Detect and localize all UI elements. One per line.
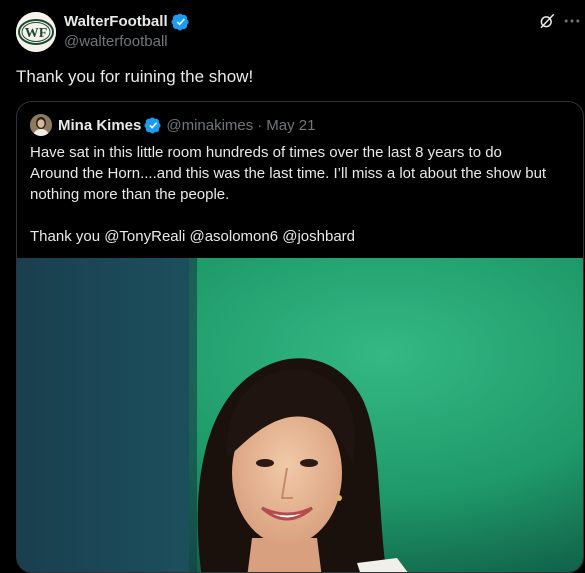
quoted-tweet-card[interactable]: Mina Kimes @minakimes · May 21 Have sat … (16, 101, 584, 573)
quoted-tweet-text: Have sat in this little room hundreds of… (30, 142, 570, 247)
quoted-text-line: nothing more than the people. (30, 186, 230, 203)
verified-badge-icon (144, 117, 161, 133)
more-options-icon[interactable] (562, 11, 582, 31)
author-display-name[interactable]: WalterFootball (64, 12, 168, 32)
quoted-handle: @minakimes (166, 116, 254, 134)
tweet-text: Thank you for ruining the show! (16, 67, 254, 86)
author-handle[interactable]: @walterfootball (64, 33, 168, 51)
quoted-tweet-photo[interactable] (17, 258, 583, 572)
author-avatar[interactable]: WF (16, 12, 56, 52)
quoted-date: May 21 (266, 116, 316, 134)
quoted-text-line: Around the Horn....and this was the last… (30, 165, 547, 182)
svg-text:WF: WF (25, 26, 48, 41)
verified-badge-icon (171, 13, 189, 31)
grok-icon[interactable] (538, 12, 556, 30)
portrait-photo (17, 258, 583, 572)
quoted-author-avatar (30, 114, 52, 136)
quoted-separator: · (257, 116, 263, 134)
author-name-row: WalterFootball (64, 12, 189, 32)
quoted-tweet-header: Mina Kimes @minakimes · May 21 (30, 114, 315, 136)
wf-logo-icon: WF (16, 12, 56, 52)
quoted-thanks-line: Thank you @TonyReali @asolomon6 @joshbar… (30, 228, 356, 245)
quoted-text-line: Have sat in this little room hundreds of… (30, 144, 502, 161)
quoted-display-name: Mina Kimes (58, 116, 142, 134)
